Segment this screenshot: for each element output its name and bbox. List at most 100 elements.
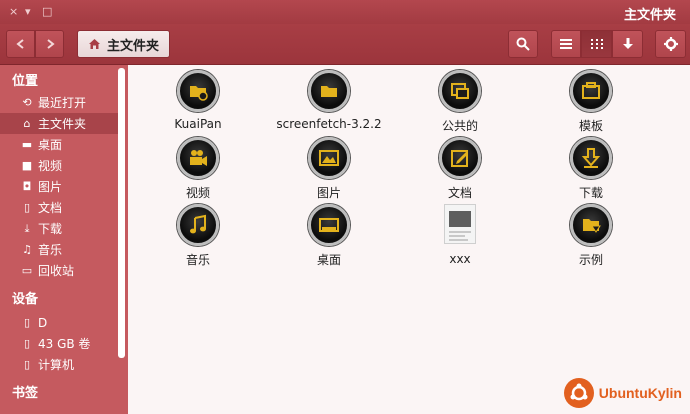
camera-icon: ◘ xyxy=(22,180,32,193)
sidebar-item-downloads[interactable]: ⤓ 下载 xyxy=(0,218,118,239)
sidebar-item-label: 计算机 xyxy=(38,358,75,372)
file-item-kuaipan[interactable]: KuaiPan xyxy=(138,70,258,131)
sidebar-item-music[interactable]: ♫ 音乐 xyxy=(0,239,118,260)
sidebar-item-label: 视频 xyxy=(38,159,63,173)
folder-icon xyxy=(308,70,350,112)
sidebar-item-label: 43 GB 卷 xyxy=(38,337,91,351)
arrow-down-icon xyxy=(622,38,633,49)
window-title: 主文件夹 xyxy=(623,8,676,23)
download-icon: ⤓ xyxy=(24,221,30,235)
file-item-xxx[interactable]: xxx xyxy=(400,204,520,266)
file-name: 公共的 xyxy=(441,119,478,133)
forward-button[interactable] xyxy=(35,30,64,58)
sidebar-item-videos[interactable]: ■ 视频 xyxy=(0,155,118,176)
grid-icon xyxy=(590,39,603,49)
file-item-documents[interactable]: 文档 xyxy=(400,137,520,201)
sidebar-item-desktop[interactable]: ▬ 桌面 xyxy=(0,134,118,155)
file-name: screenfetch-3.2.2 xyxy=(276,117,382,131)
ubuntu-logo-icon xyxy=(563,378,594,408)
sidebar-item-recent[interactable]: ⟲ 最近打开 xyxy=(0,92,118,113)
desktop-folder-icon xyxy=(308,204,350,246)
file-name: 音乐 xyxy=(185,253,210,267)
file-item-public[interactable]: 公共的 xyxy=(400,70,520,134)
sidebar-item-label: 下载 xyxy=(38,222,63,236)
close-window-icon[interactable]: × xyxy=(9,5,18,18)
file-name: 图片 xyxy=(316,186,341,200)
clock-icon: ⟲ xyxy=(22,96,32,109)
music-icon: ♫ xyxy=(22,243,32,256)
examples-folder-icon xyxy=(570,204,612,246)
sidebar-section-bookmarks: 书签 xyxy=(12,386,39,401)
home-icon xyxy=(89,39,100,49)
sidebar-section-places: 位置 xyxy=(12,74,39,89)
settings-button[interactable] xyxy=(655,30,686,58)
drive-icon: ▯ xyxy=(23,316,31,329)
sidebar-item-label: 文档 xyxy=(38,201,63,215)
file-name: 文档 xyxy=(447,186,472,200)
sidebar-item-documents[interactable]: ▯ 文档 xyxy=(0,197,118,218)
sidebar-item-label: 音乐 xyxy=(38,243,63,257)
sidebar-item-computer[interactable]: ▯ 计算机 xyxy=(0,354,118,375)
sidebar-item-label: 图片 xyxy=(38,180,63,194)
file-name: 下载 xyxy=(578,186,603,200)
home-icon: ⌂ xyxy=(23,117,31,130)
sidebar-item-label: D xyxy=(38,315,48,330)
breadcrumb-label: 主文件夹 xyxy=(107,38,160,54)
template-folder-icon xyxy=(570,70,612,112)
breadcrumb-home[interactable]: 主文件夹 xyxy=(77,30,171,58)
pictures-folder-icon xyxy=(308,137,350,179)
list-icon xyxy=(560,39,572,49)
arrow-right-icon xyxy=(46,39,55,49)
sidebar-scrollbar[interactable] xyxy=(118,68,125,358)
file-name: 模板 xyxy=(578,119,603,133)
drive-icon: ▯ xyxy=(23,337,31,350)
sidebar-item-label: 最近打开 xyxy=(38,96,87,110)
sidebar-section-devices: 设备 xyxy=(12,292,39,307)
music-folder-icon xyxy=(177,204,219,246)
sidebar-item-pictures[interactable]: ◘ 图片 xyxy=(0,176,118,197)
drive-icon: ▯ xyxy=(23,358,31,371)
file-item-downloads[interactable]: 下载 xyxy=(531,137,651,201)
file-item-pictures[interactable]: 图片 xyxy=(269,137,389,201)
file-item-desktop[interactable]: 桌面 xyxy=(269,204,389,268)
file-item-screenfetch[interactable]: screenfetch-3.2.2 xyxy=(269,70,389,131)
documents-folder-icon xyxy=(439,137,481,179)
sidebar-item-label: 主文件夹 xyxy=(38,117,87,131)
file-item-examples[interactable]: 示例 xyxy=(531,204,651,268)
sidebar-item-drive-d[interactable]: ▯ D xyxy=(0,312,118,333)
file-name: KuaiPan xyxy=(174,117,222,131)
arrow-left-icon xyxy=(15,39,24,49)
maximize-window-icon[interactable]: □ xyxy=(42,5,52,18)
sidebar-item-home[interactable]: ⌂ 主文件夹 xyxy=(0,113,118,134)
file-item-templates[interactable]: 模板 xyxy=(531,70,651,134)
title-bar: × ▾ □ 主文件夹 xyxy=(0,0,690,24)
gear-icon xyxy=(663,37,678,51)
film-icon: ■ xyxy=(21,159,33,172)
ubuntukylin-watermark: UbuntuKylin xyxy=(563,378,682,408)
document-icon: ▯ xyxy=(23,201,31,214)
file-name: 桌面 xyxy=(316,253,341,267)
file-name: xxx xyxy=(449,252,471,266)
sidebar-item-trash[interactable]: ▭ 回收站 xyxy=(0,260,118,281)
search-icon xyxy=(516,37,530,51)
folder-icon: ▬ xyxy=(21,138,33,151)
share-folder-icon xyxy=(439,70,481,112)
file-item-videos[interactable]: 视频 xyxy=(138,137,258,201)
file-grid: KuaiPan screenfetch-3.2.2 公共的 模板 视频 图片 文… xyxy=(128,65,690,414)
minimize-window-icon[interactable]: ▾ xyxy=(25,5,31,18)
file-name: 视频 xyxy=(185,186,210,200)
sidebar-item-volume[interactable]: ▯ 43 GB 卷 xyxy=(0,333,118,354)
list-view-button[interactable] xyxy=(551,30,581,58)
sidebar-item-label: 回收站 xyxy=(38,264,75,278)
back-button[interactable] xyxy=(6,30,35,58)
file-item-music[interactable]: 音乐 xyxy=(138,204,258,268)
grid-view-button[interactable] xyxy=(581,30,612,58)
watermark-text: UbuntuKylin xyxy=(598,385,682,401)
search-button[interactable] xyxy=(508,30,538,58)
sync-folder-icon xyxy=(177,70,219,112)
trash-icon: ▭ xyxy=(21,264,33,277)
sidebar: 位置 ⟲ 最近打开 ⌂ 主文件夹 ▬ 桌面 ■ 视频 ◘ 图片 ▯ 文档 ⤓ 下载 ♫ 音乐 ▭… xyxy=(0,65,128,414)
download-folder-icon xyxy=(570,137,612,179)
sort-menu-button[interactable] xyxy=(612,30,643,58)
sidebar-item-label: 桌面 xyxy=(38,138,63,152)
